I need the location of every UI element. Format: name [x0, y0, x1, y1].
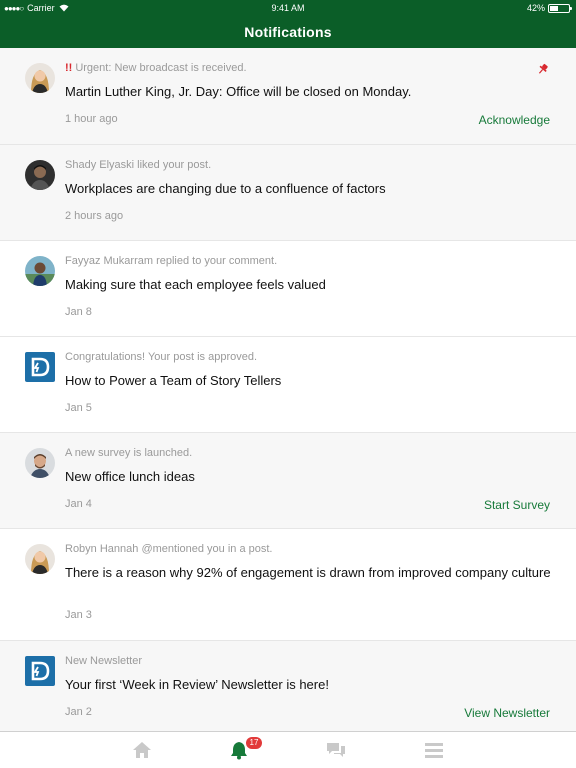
notification-item[interactable]: !! Urgent: New broadcast is received. Mar… — [0, 48, 576, 145]
status-time: 9:41 AM — [271, 3, 305, 13]
chat-icon[interactable] — [325, 740, 347, 760]
notification-message: Workplaces are changing due to a conflue… — [65, 181, 386, 196]
home-icon[interactable] — [131, 740, 153, 760]
robyn-avatar — [25, 544, 55, 574]
battery-fill — [550, 5, 558, 11]
notification-item[interactable]: New Newsletter Your first ‘Week in Revie… — [0, 641, 576, 734]
notification-time: Jan 4 — [65, 498, 92, 510]
acknowledge-button[interactable]: Acknowledge — [479, 113, 550, 127]
tab-bar: 17 — [0, 731, 576, 768]
app-logo-icon — [25, 352, 55, 382]
app-logo-icon — [25, 656, 55, 686]
pin-icon[interactable] — [537, 63, 549, 75]
app-header: ●●●●○ Carrier 9:41 AM 42% Notifications — [0, 0, 576, 48]
menu-icon[interactable] — [423, 740, 445, 760]
notification-message: Making sure that each employee feels val… — [65, 277, 326, 292]
notification-message: There is a reason why 92% of engagement … — [65, 565, 551, 580]
start-survey-button[interactable]: Start Survey — [484, 498, 550, 512]
shady-avatar — [25, 160, 55, 190]
battery-group: 42% — [526, 3, 572, 13]
page-title: Notifications — [244, 24, 332, 40]
notification-meta-text: Urgent: New broadcast is received. — [75, 62, 247, 74]
notification-message: How to Power a Team of Story Tellers — [65, 373, 282, 388]
notification-meta: Congratulations! Your post is approved. — [65, 351, 258, 363]
battery-percent: 42% — [526, 3, 545, 13]
notification-meta: New Newsletter — [65, 655, 143, 667]
survey-avatar — [25, 448, 55, 478]
notification-time: Jan 5 — [65, 402, 92, 414]
notification-item[interactable]: Shady Elyaski liked your post. Workplace… — [0, 145, 576, 241]
notification-meta: Fayyaz Mukarram replied to your comment. — [65, 255, 278, 267]
notification-list: !! Urgent: New broadcast is received. Mar… — [0, 48, 576, 734]
urgent-mark: !! — [65, 62, 73, 74]
status-bar: ●●●●○ Carrier 9:41 AM 42% — [0, 0, 576, 16]
notification-message: Martin Luther King, Jr. Day: Office will… — [65, 84, 412, 99]
notification-item[interactable]: Robyn Hannah @mentioned you in a post. T… — [0, 529, 576, 641]
notification-item[interactable]: Congratulations! Your post is approved. … — [0, 337, 576, 433]
notification-item[interactable]: A new survey is launched. New office lun… — [0, 433, 576, 529]
notification-meta: !! Urgent: New broadcast is received. — [65, 62, 247, 74]
notification-meta: Shady Elyaski liked your post. — [65, 159, 212, 171]
notification-meta: A new survey is launched. — [65, 447, 193, 459]
notification-message: Your first ‘Week in Review’ Newsletter i… — [65, 677, 329, 692]
notification-item[interactable]: Fayyaz Mukarram replied to your comment.… — [0, 241, 576, 337]
notification-badge: 17 — [246, 737, 262, 749]
notification-time: Jan 3 — [65, 609, 92, 621]
notification-time: Jan 8 — [65, 306, 92, 318]
view-newsletter-button[interactable]: View Newsletter — [464, 706, 550, 720]
fayyaz-avatar — [25, 256, 55, 286]
notification-time: 2 hours ago — [65, 210, 124, 222]
notification-message: New office lunch ideas — [65, 469, 195, 484]
robyn-avatar — [25, 63, 55, 93]
notification-meta: Robyn Hannah @mentioned you in a post. — [65, 543, 273, 555]
battery-icon — [548, 3, 572, 13]
notification-time: 1 hour ago — [65, 113, 118, 125]
notification-time: Jan 2 — [65, 706, 92, 718]
